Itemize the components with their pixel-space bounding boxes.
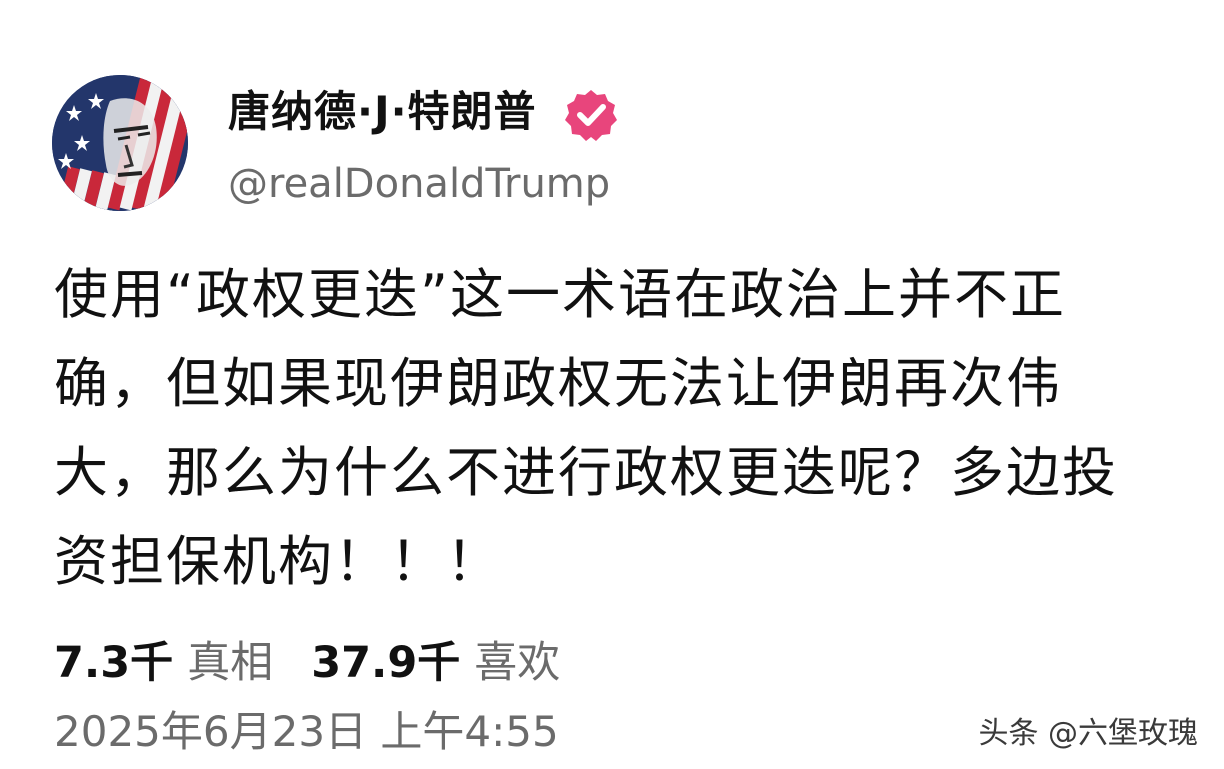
truths-label: 真相 [187, 638, 274, 688]
user-handle[interactable]: @realDonaldTrump [228, 156, 610, 212]
post-line: 大，那么为什么不进行政权更迭呢？多边投 [54, 441, 1118, 504]
avatar[interactable] [52, 75, 188, 211]
likes-stat[interactable]: 37.9千 喜欢 [311, 638, 560, 688]
likes-label: 喜欢 [474, 638, 561, 688]
post-line: 使用“政权更迭”这一术语在政治上并不正 [54, 263, 1066, 326]
verified-badge-icon [563, 87, 619, 143]
post-line: 确，但如果现伊朗政权无法让伊朗再次伟 [54, 352, 1062, 415]
post-line: 资担保机构！！！ [54, 530, 502, 593]
post-text: 使用“政权更迭”这一术语在政治上并不正 确，但如果现伊朗政权无法让伊朗再次伟 大… [54, 250, 1184, 606]
watermark: 头条 @六堡玫瑰 [978, 716, 1198, 751]
post-timestamp: 2025年6月23日 上午4:55 [54, 707, 559, 756]
display-name[interactable]: 唐纳德·J·特朗普 [228, 86, 537, 138]
likes-count: 37.9千 [311, 638, 461, 688]
post-stats: 7.3千 真相 37.9千 喜欢 [54, 630, 560, 696]
truths-count: 7.3千 [54, 638, 174, 688]
truths-stat[interactable]: 7.3千 真相 [54, 638, 273, 688]
